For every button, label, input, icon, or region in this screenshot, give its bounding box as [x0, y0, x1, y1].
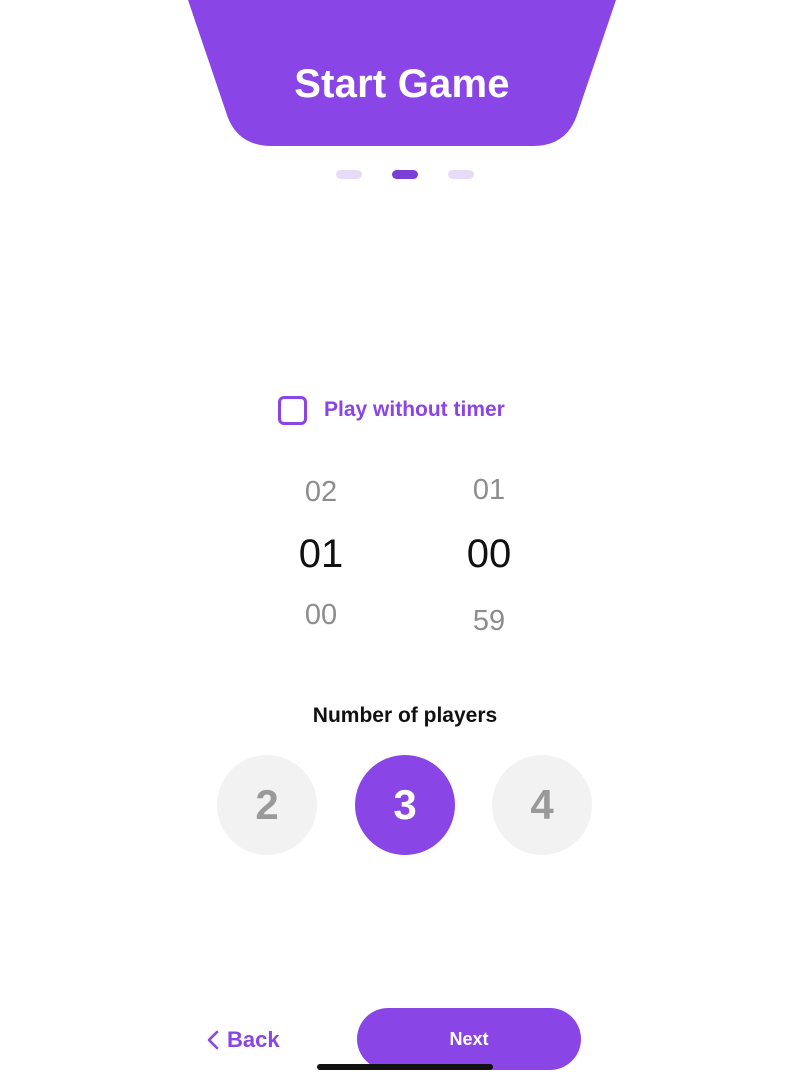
player-count-option[interactable]: 4 [492, 755, 592, 855]
page-title: Start Game [294, 62, 510, 106]
players-heading: Number of players [312, 704, 498, 727]
header-banner: Start Game [188, 0, 616, 146]
play-without-timer-checkbox[interactable] [278, 395, 307, 425]
seconds-option-above[interactable]: 01 [444, 474, 534, 507]
minutes-option-below[interactable]: 00 [276, 599, 366, 632]
player-count-option[interactable]: 2 [217, 755, 317, 855]
chevron-left-icon [207, 1030, 219, 1050]
next-button[interactable]: Next [357, 1008, 581, 1070]
seconds-selected[interactable]: 00 [444, 532, 534, 577]
page-dot-1 [336, 170, 362, 179]
page-dot-2-active [392, 170, 418, 179]
start-game-screen: Start Game Play without timer 02 01 00 0… [0, 0, 810, 1080]
minutes-option-above[interactable]: 02 [276, 476, 366, 509]
play-without-timer-toggle[interactable]: Play without timer [278, 394, 505, 426]
next-button-label: Next [449, 1028, 489, 1049]
play-without-timer-label: Play without timer [324, 398, 505, 421]
minutes-picker[interactable]: 02 01 00 [276, 470, 366, 640]
page-indicator [0, 170, 810, 180]
back-button[interactable]: Back [207, 1024, 280, 1056]
home-indicator [317, 1064, 493, 1070]
back-button-label: Back [227, 1027, 280, 1052]
seconds-option-below[interactable]: 59 [444, 605, 534, 638]
minutes-selected[interactable]: 01 [276, 532, 366, 577]
player-count-option-selected[interactable]: 3 [355, 755, 455, 855]
seconds-picker[interactable]: 01 00 59 [444, 470, 534, 640]
page-dot-3 [448, 170, 474, 179]
